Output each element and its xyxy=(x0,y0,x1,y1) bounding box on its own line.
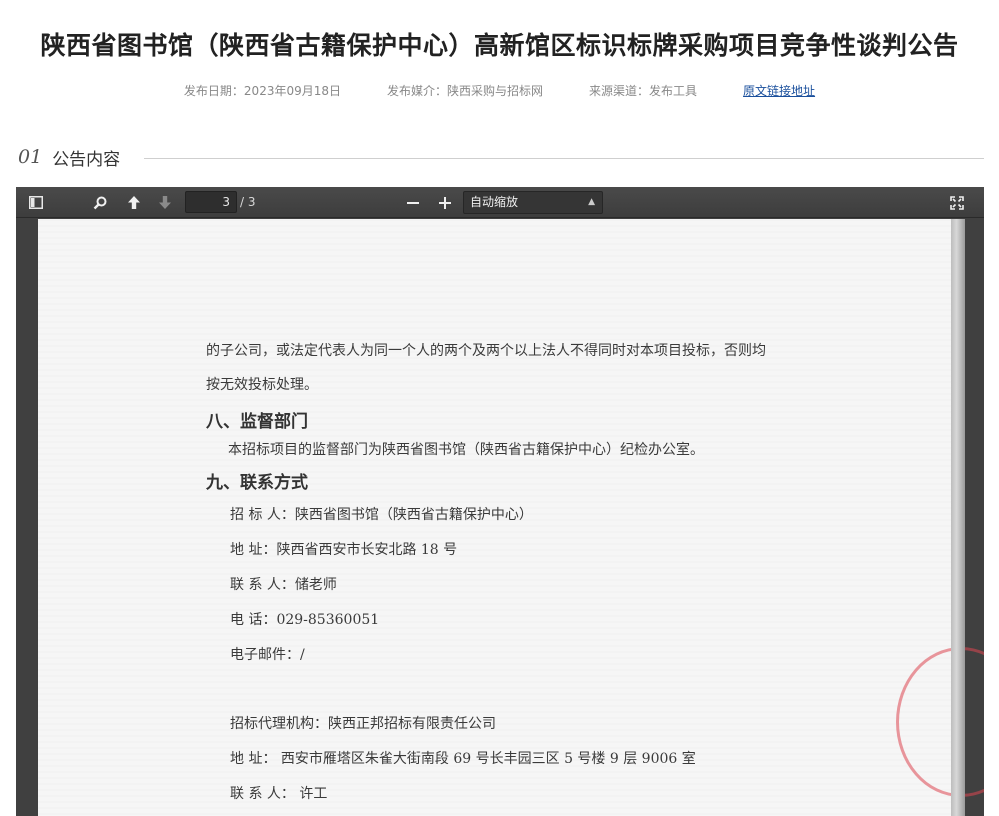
plus-icon xyxy=(439,196,451,209)
meta-row: 发布日期：2023年09月18日 发布媒介：陕西采购与招标网 来源渠道：发布工具… xyxy=(0,82,999,99)
section-header: 01 公告内容 xyxy=(18,144,984,170)
pdf-viewer: / 3 自动缩放 ▲▼ 的子公司，或法定代表人为同一个人的两个及两个以上法人不得 xyxy=(16,187,984,816)
doc-line: 联 系 人： 许工 xyxy=(230,786,328,802)
doc-line: 联 系 人：储老师 xyxy=(230,577,337,593)
publish-media: 发布媒介：陕西采购与招标网 xyxy=(387,84,544,98)
section-title: 公告内容 xyxy=(52,149,121,170)
pdf-page: 的子公司，或法定代表人为同一个人的两个及两个以上法人不得同时对本项目投标，否则均… xyxy=(38,219,984,816)
doc-line: 电 话：029-85360051 xyxy=(230,612,380,628)
page-edge-shadow xyxy=(951,219,965,816)
arrow-up-icon xyxy=(128,196,140,209)
doc-line: 按无效投标处理。 xyxy=(206,377,318,393)
doc-line: 地 址： 西安市雁塔区朱雀大街南段 69 号长丰园三区 5 号楼 9 层 900… xyxy=(230,751,696,767)
original-link[interactable]: 原文链接地址 xyxy=(743,82,815,99)
arrow-down-icon xyxy=(159,196,171,209)
minus-icon xyxy=(407,201,419,204)
doc-line: 招标代理机构：陕西正邦招标有限责任公司 xyxy=(230,716,496,732)
doc-line: 地 址：陕西省西安市长安北路 18 号 xyxy=(230,542,458,558)
pdf-toolbar: / 3 自动缩放 ▲▼ xyxy=(16,187,984,228)
fullscreen-icon xyxy=(950,195,964,210)
search-icon xyxy=(93,196,107,209)
page-total: / 3 xyxy=(240,195,256,209)
section-number: 01 xyxy=(18,146,43,168)
doc-heading: 九、联系方式 xyxy=(206,473,308,493)
doc-line: 招 标 人：陕西省图书馆（陕西省古籍保护中心） xyxy=(230,507,533,523)
fullscreen-button[interactable] xyxy=(944,191,970,214)
page-number-input[interactable] xyxy=(185,191,237,213)
zoom-in-button[interactable] xyxy=(432,191,458,214)
sidebar-toggle-icon xyxy=(29,196,43,209)
zoom-out-button[interactable] xyxy=(400,191,426,214)
page-title: 陕西省图书馆（陕西省古籍保护中心）高新馆区标识标牌采购项目竞争性谈判公告 xyxy=(40,31,959,60)
doc-line: 的子公司，或法定代表人为同一个人的两个及两个以上法人不得同时对本项目投标，否则均 xyxy=(206,343,766,359)
source-channel: 来源渠道：发布工具 xyxy=(589,84,698,98)
next-page-button[interactable] xyxy=(152,191,178,214)
sidebar-toggle-button[interactable] xyxy=(23,191,49,214)
publish-date: 发布日期：2023年09月18日 xyxy=(183,84,342,98)
find-button[interactable] xyxy=(87,191,113,214)
zoom-select-value: 自动缩放 xyxy=(470,195,519,209)
doc-heading: 八、监督部门 xyxy=(206,412,308,432)
doc-line: 本招标项目的监督部门为陕西省图书馆（陕西省古籍保护中心）纪检办公室。 xyxy=(228,442,704,458)
previous-page-button[interactable] xyxy=(121,191,147,214)
doc-line: 电子邮件：/ xyxy=(230,647,305,663)
zoom-select[interactable]: 自动缩放 ▲▼ xyxy=(463,191,603,228)
red-seal-stamp xyxy=(896,647,984,797)
section-divider xyxy=(144,157,984,159)
